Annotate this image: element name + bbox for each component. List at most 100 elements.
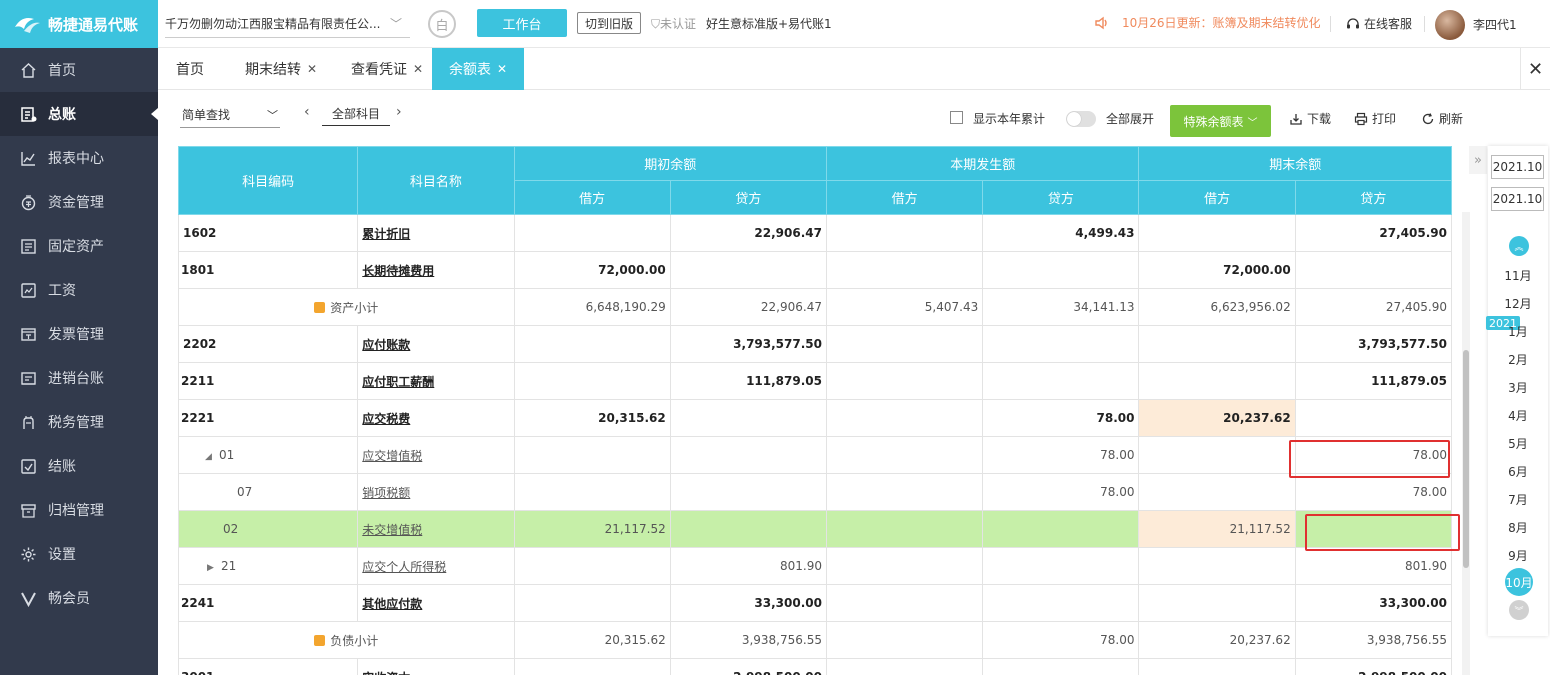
brand-logo[interactable]: 畅捷通易代账 — [0, 0, 158, 48]
sidebar-item-invoices[interactable]: 发票管理 — [0, 312, 158, 356]
month-item[interactable]: 6月 — [1488, 463, 1548, 480]
account-name-link[interactable]: 应交个人所得税 — [357, 547, 515, 585]
account-name-link[interactable]: 长期待摊费用 — [357, 251, 515, 289]
chevron-right-icon[interactable]: › — [396, 104, 402, 120]
switch-old-version-button[interactable]: 切到旧版 — [577, 12, 641, 34]
month-item[interactable]: 2月 — [1488, 351, 1548, 368]
sidebar-item-settings[interactable]: 设置 — [0, 532, 158, 576]
avatar[interactable] — [1435, 10, 1465, 40]
account-name-link[interactable]: 未交增值税 — [357, 510, 515, 548]
month-item[interactable]: 12月 — [1488, 295, 1548, 312]
account-name-link[interactable]: 应付职工薪酬 — [357, 362, 515, 400]
table-row-selected[interactable]: 02 未交增值税 21,117.52 21,117.52 — [178, 510, 1461, 552]
sidebar-item-label: 设置 — [48, 547, 76, 563]
tab-period-end-transfer[interactable]: 期末结转 ✕ — [239, 48, 323, 90]
table-scrollbar[interactable] — [1462, 212, 1470, 675]
period-start-field[interactable]: 2021.10 — [1491, 155, 1544, 179]
workbench-button[interactable]: 工作台 — [477, 9, 567, 37]
download-button[interactable]: 下载 — [1289, 110, 1331, 127]
account-name-link[interactable]: 累计折旧 — [357, 214, 515, 252]
scrollbar-thumb[interactable] — [1463, 350, 1469, 568]
table-row[interactable]: ▶2211 应付职工薪酬 111,879.05 111,879.05 — [178, 362, 1453, 400]
table-row[interactable]: ▶3001 实收资本 2,998,500.00 2,998,500.00 — [178, 658, 1453, 675]
table-row[interactable]: ◢ 01 应交增值税 78.00 78.00 — [178, 436, 1453, 479]
expand-all-toggle[interactable] — [1066, 111, 1096, 127]
table-row[interactable]: ▶1801 长期待摊费用 72,000.00 72,000.00 — [178, 251, 1453, 289]
search-mode-select[interactable]: 简单查找 ﹀ — [180, 102, 280, 128]
expand-arrow-icon[interactable]: ▶ — [207, 563, 221, 573]
tab-home[interactable]: 首页 — [170, 48, 210, 90]
month-item-current[interactable]: 10月 — [1505, 568, 1533, 596]
print-button[interactable]: 打印 — [1354, 110, 1396, 127]
refresh-icon — [1422, 112, 1434, 124]
sidebar-item-member[interactable]: 畅会员 — [0, 576, 158, 620]
month-item[interactable]: 3月 — [1488, 379, 1548, 396]
period-credit: 78.00 — [982, 473, 1140, 511]
month-item[interactable]: 8月 — [1488, 519, 1548, 536]
sidebar-item-funds[interactable]: 资金管理 — [0, 180, 158, 224]
certification-status[interactable]: ⛉未认证 — [651, 15, 696, 32]
closing-credit — [1294, 510, 1461, 552]
sidebar-item-tax[interactable]: 税务管理 — [0, 400, 158, 444]
account-name-link[interactable]: 实收资本 — [357, 658, 515, 675]
refresh-button[interactable]: 刷新 — [1421, 110, 1463, 127]
account-name-link[interactable]: 应交税费 — [357, 399, 515, 437]
tab-bar: 首页 期末结转 ✕ 查看凭证 ✕ 余额表 ✕ ✕ — [158, 48, 1550, 90]
account-name-link[interactable]: 销项税额 — [357, 473, 515, 511]
show-ytd-checkbox[interactable] — [950, 111, 963, 124]
table-row[interactable]: ◢2221 应交税费 20,315.62 78.00 20,237.62 — [178, 399, 1453, 437]
chevron-down-icon: ﹀ — [389, 17, 402, 31]
user-name[interactable]: 李四代1 — [1473, 16, 1517, 33]
month-item[interactable]: 9月 — [1488, 547, 1548, 564]
sidebar-item-ledger[interactable]: 总账 — [0, 92, 158, 136]
sidebar-item-reports[interactable]: 报表中心 — [0, 136, 158, 180]
period-end-field[interactable]: 2021.10 — [1491, 187, 1544, 211]
sidebar-item-home[interactable]: 首页 — [0, 48, 158, 92]
account-name-link[interactable]: 应付账款 — [357, 325, 515, 363]
collapse-arrow-icon[interactable]: ◢ — [205, 452, 219, 462]
tab-view-voucher[interactable]: 查看凭证 ✕ — [345, 48, 429, 90]
sidebar-item-archive[interactable]: 归档管理 — [0, 488, 158, 532]
double-chevron-right-icon[interactable]: » — [1469, 146, 1487, 174]
table-row[interactable]: 1602 累计折旧 22,906.47 4,499.43 27,405.90 — [178, 214, 1453, 252]
company-selector[interactable]: 千万勿删勿动江西服宝精品有限责任公... ﹀ — [165, 10, 410, 38]
chevron-left-icon[interactable]: ‹ — [304, 104, 310, 120]
account-code: 1801 — [181, 263, 215, 277]
close-icon[interactable]: ✕ — [413, 62, 423, 76]
online-service-button[interactable]: 在线客服 — [1346, 15, 1412, 32]
sidebar-item-closing[interactable]: 结账 — [0, 444, 158, 488]
sidebar-item-salary[interactable]: 工资 — [0, 268, 158, 312]
header-debit: 借方 — [513, 180, 671, 215]
sidebar-item-inventory[interactable]: 进销台账 — [0, 356, 158, 400]
table-row[interactable]: ▶2241 其他应付款 33,300.00 33,300.00 — [178, 584, 1453, 622]
month-item[interactable]: 11月 — [1488, 267, 1548, 284]
special-balance-button[interactable]: 特殊余额表 ﹀ — [1170, 105, 1271, 137]
closing-debit — [1138, 658, 1296, 675]
speaker-icon — [1095, 16, 1107, 29]
closing-credit — [1294, 251, 1453, 289]
month-item[interactable]: 5月 — [1488, 435, 1548, 452]
mode-toggle-icon[interactable]: 白 — [428, 10, 456, 38]
month-item[interactable]: 7月 — [1488, 491, 1548, 508]
subject-filter[interactable]: 全部科目 — [322, 102, 390, 126]
close-all-tabs-icon[interactable]: ✕ — [1520, 48, 1550, 90]
sidebar-item-fixed-assets[interactable]: 固定资产 — [0, 224, 158, 268]
table-row[interactable]: 2202 应付账款 3,793,577.50 3,793,577.50 — [178, 325, 1453, 363]
update-notice[interactable]: 10月26日更新：账簿及期末结转优化 — [1094, 14, 1321, 31]
month-item[interactable]: 4月 — [1488, 407, 1548, 424]
period-credit — [982, 510, 1140, 548]
tab-balance-sheet[interactable]: 余额表 ✕ — [432, 48, 524, 90]
table-row[interactable]: 07 销项税额 78.00 78.00 — [178, 473, 1453, 511]
scroll-down-icon[interactable]: ︾ — [1509, 600, 1529, 620]
account-name-link[interactable]: 其他应付款 — [357, 584, 515, 622]
brand-name: 畅捷通易代账 — [48, 15, 139, 34]
month-item[interactable]: 1月 — [1488, 323, 1548, 340]
account-name-link[interactable]: 应交增值税 — [357, 436, 515, 474]
table-row[interactable]: ▶ 21 应交个人所得税 801.90 801.90 — [178, 547, 1453, 585]
subtotal-icon — [314, 301, 326, 313]
period-debit — [825, 473, 984, 511]
close-icon[interactable]: ✕ — [497, 62, 507, 76]
scroll-up-icon[interactable]: ︽ — [1509, 236, 1529, 256]
inventory-icon — [21, 371, 36, 385]
close-icon[interactable]: ✕ — [307, 62, 317, 76]
